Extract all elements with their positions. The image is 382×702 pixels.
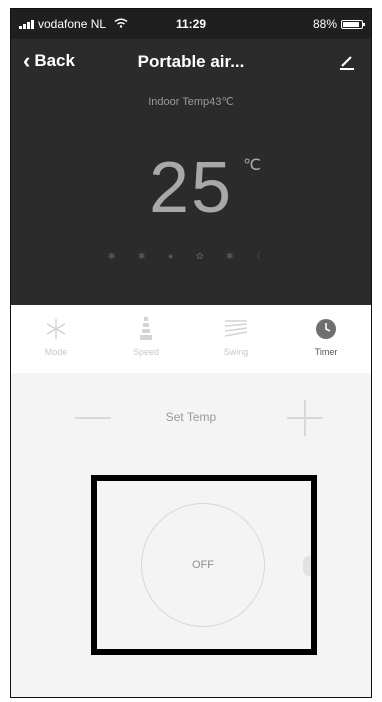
set-temp-row: Set Temp (11, 400, 371, 436)
fan-speed-icon (140, 317, 152, 340)
power-label: OFF (192, 559, 214, 571)
drop-small-icon: ● (167, 251, 184, 261)
mode-button[interactable]: Mode (21, 309, 91, 357)
swing-icon (224, 320, 248, 337)
control-bar: Mode Speed Swing Timer (11, 309, 371, 369)
swing-label: Swing (223, 347, 249, 357)
timer-label: Timer (314, 347, 338, 357)
highlight-box: OFF (91, 475, 317, 655)
phone-frame: vodafone NL 11:29 88% ‹ Back Portable ai… (10, 8, 372, 698)
star-small-icon: ✱ (137, 251, 156, 261)
timer-button[interactable]: Timer (291, 309, 361, 357)
swing-button[interactable]: Swing (201, 309, 271, 357)
power-button[interactable]: OFF (141, 503, 265, 627)
page-title: Portable air... (137, 52, 245, 71)
speed-button[interactable]: Speed (111, 309, 181, 357)
indoor-temperature: Indoor Temp43℃ (148, 96, 234, 108)
header-panel: vodafone NL 11:29 88% ‹ Back Portable ai… (11, 9, 371, 305)
moon-small-icon: ☾ (256, 251, 275, 261)
increase-temp-button-vertical[interactable] (304, 400, 306, 436)
status-bar: vodafone NL 11:29 88% (11, 9, 371, 39)
temperature-value: 25 ℃ (148, 147, 261, 229)
speed-label: Speed (132, 347, 160, 357)
fan-small-icon: ✿ (195, 251, 214, 261)
mode-label: Mode (44, 347, 68, 357)
sun-small-icon: ✱ (226, 251, 244, 261)
temperature-number: 25 (148, 148, 234, 228)
mode-indicator-row: ✱ ✱ ● ✿ ✱ ☾ (11, 251, 371, 262)
pencil-icon (340, 56, 354, 70)
battery-area: 88% (312, 17, 365, 31)
battery-percent: 88% (312, 17, 337, 31)
temperature-display: 25 ℃ (11, 147, 371, 229)
navigation-bar: ‹ Back Portable air... (11, 39, 371, 83)
snowflake-icon (46, 319, 66, 339)
temperature-control-panel: Set Temp OFF (11, 373, 371, 697)
clock-icon (316, 319, 336, 339)
temperature-unit: ℃ (243, 157, 264, 174)
snowflake-small-icon: ✱ (107, 251, 126, 261)
side-handle (303, 556, 311, 576)
battery-icon (341, 19, 365, 29)
edit-button[interactable] (337, 51, 357, 71)
